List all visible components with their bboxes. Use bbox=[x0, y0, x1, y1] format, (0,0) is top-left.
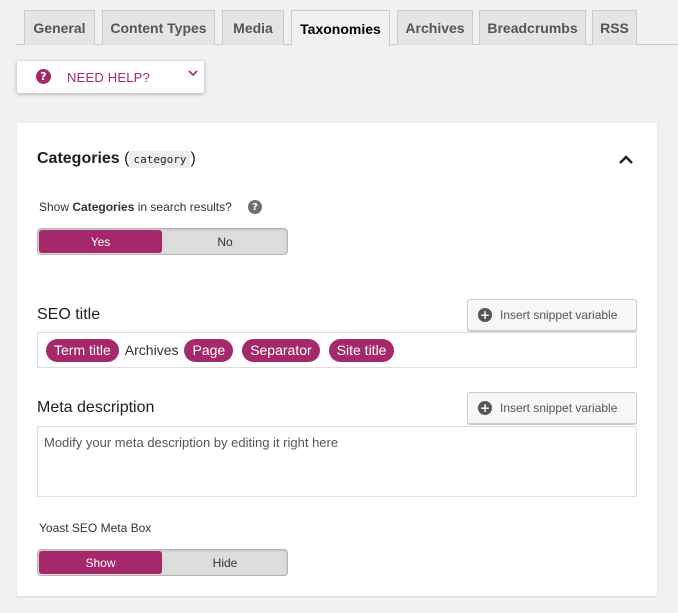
show-label-suffix: in search results? bbox=[137, 200, 232, 214]
tab-content-types[interactable]: Content Types bbox=[102, 10, 215, 45]
insert-snippet-label: Insert snippet variable bbox=[500, 308, 618, 322]
question-icon: ? bbox=[36, 69, 51, 84]
show-label-prefix: Show bbox=[39, 200, 70, 214]
snippet-pill-site-title[interactable]: Site title bbox=[328, 338, 395, 362]
tab-breadcrumbs[interactable]: Breadcrumbs bbox=[479, 10, 586, 45]
seo-title-text: Archives bbox=[124, 342, 179, 358]
insert-snippet-button-meta[interactable]: + Insert snippet variable bbox=[467, 392, 637, 424]
insert-snippet-label: Insert snippet variable bbox=[500, 401, 618, 415]
snippet-pill-term-title[interactable]: Term title bbox=[46, 338, 119, 362]
toggle-no[interactable]: No bbox=[163, 229, 287, 254]
tab-taxonomies[interactable]: Taxonomies bbox=[291, 10, 390, 46]
meta-description-input[interactable]: Modify your meta description by editing … bbox=[37, 426, 637, 497]
tab-general[interactable]: General bbox=[24, 10, 95, 45]
show-in-search-toggle: Yes No bbox=[37, 228, 288, 255]
categories-panel: Categories (category) Show Categories in… bbox=[17, 123, 657, 596]
toggle-yes[interactable]: Yes bbox=[39, 230, 162, 253]
need-help-label: NEED HELP? bbox=[67, 70, 150, 85]
meta-description-label: Meta description bbox=[37, 399, 155, 416]
tab-archives[interactable]: Archives bbox=[397, 10, 473, 45]
show-label-taxonomy: Categories bbox=[72, 200, 135, 214]
meta-box-label: Yoast SEO Meta Box bbox=[39, 521, 152, 535]
snippet-pill-separator[interactable]: Separator bbox=[242, 338, 320, 362]
chevron-down-icon bbox=[188, 70, 198, 77]
snippet-pill-page[interactable]: Page bbox=[184, 338, 234, 362]
need-help-button[interactable]: ? NEED HELP? bbox=[17, 61, 204, 93]
chevron-up-icon[interactable] bbox=[618, 154, 634, 166]
seo-title-label: SEO title bbox=[37, 306, 101, 323]
toggle-hide[interactable]: Hide bbox=[163, 550, 287, 575]
help-icon[interactable]: ? bbox=[248, 200, 262, 214]
panel-title: Categories (category) bbox=[37, 150, 196, 168]
tab-rss[interactable]: RSS bbox=[592, 10, 637, 45]
taxonomy-slug: category bbox=[129, 151, 191, 168]
plus-circle-icon: + bbox=[478, 401, 492, 415]
tab-media[interactable]: Media bbox=[222, 10, 284, 45]
settings-tabs: General Content Types Media Taxonomies A… bbox=[0, 0, 678, 46]
meta-description-placeholder: Modify your meta description by editing … bbox=[44, 435, 339, 450]
toggle-show[interactable]: Show bbox=[39, 551, 162, 574]
seo-title-input[interactable]: Term title Archives Page Separator Site … bbox=[37, 332, 637, 368]
insert-snippet-button-title[interactable]: + Insert snippet variable bbox=[467, 299, 637, 331]
panel-title-text: Categories bbox=[37, 150, 120, 167]
plus-circle-icon: + bbox=[478, 308, 492, 322]
show-in-search-label: Show Categories in search results? bbox=[39, 200, 232, 214]
meta-box-toggle: Show Hide bbox=[37, 549, 288, 576]
